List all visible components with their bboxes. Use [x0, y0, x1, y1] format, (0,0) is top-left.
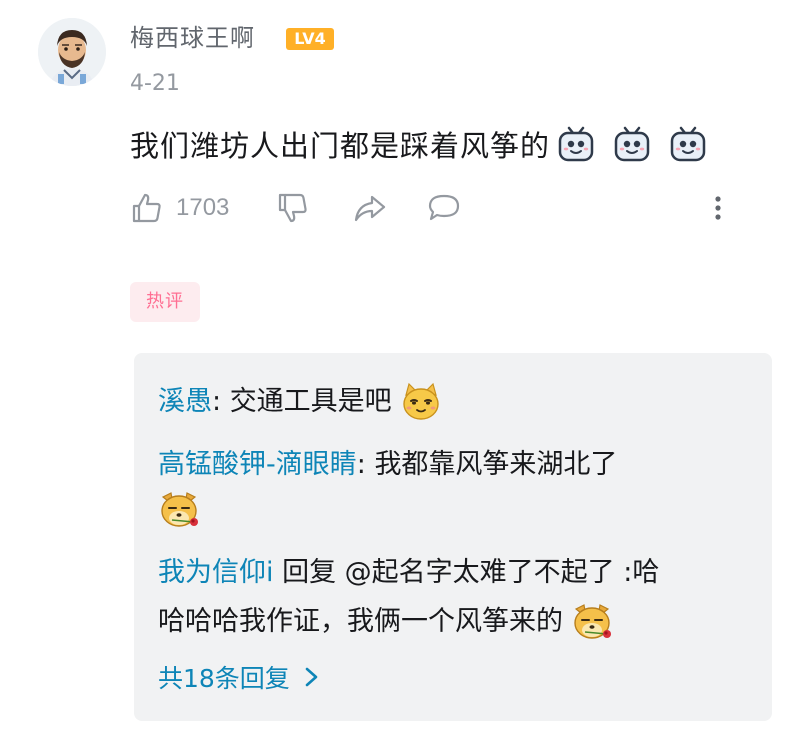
reply-separator: :: [356, 449, 375, 480]
username[interactable]: 梅西球王啊: [130, 22, 255, 54]
reply-text-line2: 哈哈哈我作证，我俩一个风筝来的: [158, 606, 563, 637]
reply-button[interactable]: [426, 188, 462, 228]
comment-card: 梅西球王啊 LV4 4-21 我们潍坊人出门都是踩着风筝的 1703 热评 溪愚…: [0, 0, 800, 731]
reply-username[interactable]: 溪愚: [158, 382, 212, 422]
reply-text: 我都靠风筝来湖北了: [374, 449, 618, 480]
dog-rose-icon: [161, 492, 198, 527]
view-more-replies-link[interactable]: 共18条回复: [158, 657, 320, 697]
reply-item-continued[interactable]: 哈哈哈我作证，我俩一个风筝来的: [158, 601, 613, 643]
reply-item[interactable]: 高锰酸钾-滴眼睛 : 我都靠风筝来湖北了: [158, 445, 617, 485]
reply-separator: :: [212, 386, 230, 417]
tv-smile-icon: [614, 126, 650, 162]
reply-text-line1: 回复 @起名字太难了不起了 :哈: [273, 557, 660, 588]
reply-item[interactable]: 我为信仰i 回复 @起名字太难了不起了 :哈: [158, 553, 659, 593]
thumbs-up-icon: [132, 193, 161, 223]
cat-smug-icon: [402, 382, 439, 420]
more-replies-label: 共18条回复: [158, 664, 290, 693]
share-arrow-icon: [354, 195, 386, 222]
like-button[interactable]: 1703: [130, 188, 229, 228]
tv-smile-icon: [558, 126, 594, 162]
level-badge: LV4: [286, 28, 334, 50]
reply-text: 交通工具是吧: [229, 386, 392, 417]
share-button[interactable]: [352, 188, 388, 228]
like-count: 1703: [176, 194, 230, 221]
thumbs-down-icon: [278, 193, 307, 223]
replies-preview[interactable]: 溪愚 : 交通工具是吧 高锰酸钾-滴眼睛 : 我都靠风筝来湖北了 我为信仰i 回…: [134, 353, 772, 721]
tv-smile-icon: [670, 126, 706, 162]
avatar-face-icon: [38, 18, 106, 86]
reply-username[interactable]: 高锰酸钾-滴眼睛: [158, 445, 357, 485]
action-bar: 1703: [130, 188, 750, 228]
hot-comment-badge: 热评: [130, 282, 200, 322]
dislike-button[interactable]: [276, 188, 310, 228]
more-vertical-icon: [715, 196, 721, 220]
dog-rose-icon: [574, 604, 611, 639]
comment-date: 4-21: [130, 71, 180, 96]
avatar[interactable]: [38, 18, 106, 86]
comment-content: 我们潍坊人出门都是踩着风筝的: [130, 120, 708, 168]
reply-item[interactable]: 溪愚 : 交通工具是吧: [158, 381, 442, 423]
reply-username[interactable]: 我为信仰i: [158, 553, 274, 593]
chevron-right-icon: [305, 667, 318, 687]
more-options-button[interactable]: [712, 188, 724, 228]
comment-bubble-icon: [428, 194, 460, 221]
comment-text: 我们潍坊人出门都是踩着风筝的: [130, 129, 551, 163]
